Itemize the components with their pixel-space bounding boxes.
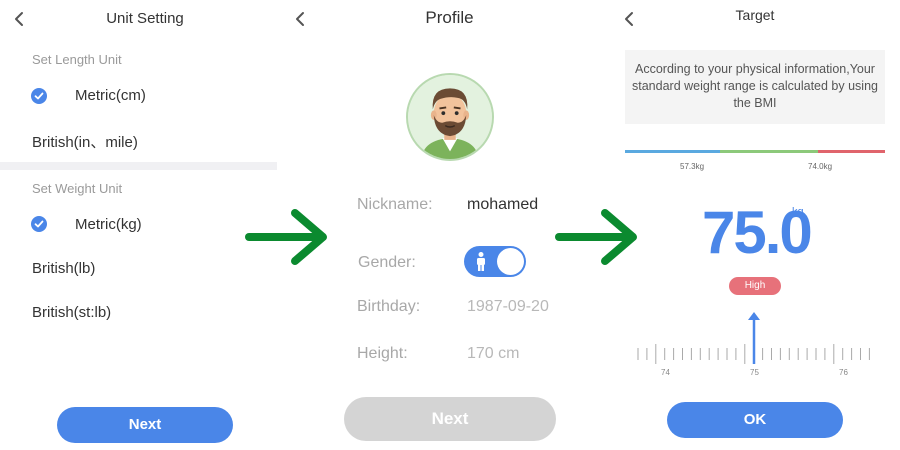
bearded-man-icon xyxy=(408,75,492,159)
range-bar-low xyxy=(625,150,720,153)
check-icon xyxy=(31,88,47,104)
section-divider xyxy=(0,162,277,170)
range-bar-normal xyxy=(720,150,818,153)
toggle-knob xyxy=(497,248,524,275)
height-field[interactable]: 170 cm xyxy=(467,345,519,363)
status-badge: High xyxy=(729,277,781,295)
up-arrow-icon xyxy=(748,312,760,320)
height-label: Height: xyxy=(357,345,408,362)
range-low-label: 57.3kg xyxy=(680,162,705,171)
birthday-label: Birthday: xyxy=(357,298,421,315)
unit-setting-screen: Unit Setting Set Length Unit Metric(cm) … xyxy=(0,0,277,450)
ruler-label: 74 xyxy=(661,368,670,377)
weight-ruler[interactable] xyxy=(636,308,876,368)
nickname-label: Nickname: xyxy=(357,196,433,213)
page-title: Unit Setting xyxy=(106,10,184,27)
length-option-metric[interactable]: Metric(cm) xyxy=(75,87,146,104)
avatar[interactable] xyxy=(406,73,494,161)
weight-option-british-lb[interactable]: British(lb) xyxy=(32,260,95,277)
next-button[interactable]: Next xyxy=(57,407,233,443)
right-arrow-icon xyxy=(245,209,327,265)
weight-option-british-stlb[interactable]: British(st:lb) xyxy=(32,304,111,321)
male-person-icon xyxy=(477,252,485,271)
weight-option-metric[interactable]: Metric(kg) xyxy=(75,216,142,233)
check-icon xyxy=(31,216,47,232)
range-bar-high xyxy=(818,150,885,153)
page-title: Profile xyxy=(425,8,474,27)
nickname-field[interactable]: mohamed xyxy=(467,196,538,214)
length-section-label: Set Length Unit xyxy=(32,52,122,67)
gender-label: Gender: xyxy=(358,254,416,271)
bmi-info-box: According to your physical information,Y… xyxy=(625,50,885,124)
right-arrow-icon xyxy=(555,209,637,265)
length-option-british[interactable]: British(in、mile) xyxy=(32,131,138,152)
ok-button[interactable]: OK xyxy=(667,402,843,438)
weight-section-label: Set Weight Unit xyxy=(32,181,123,196)
page-title: Target xyxy=(735,7,775,23)
range-high-label: 74.0kg xyxy=(808,162,833,171)
gender-toggle[interactable] xyxy=(464,246,526,277)
birthday-field[interactable]: 1987-09-20 xyxy=(467,298,549,316)
ruler-label: 76 xyxy=(839,368,848,377)
ruler-label: 75 xyxy=(750,368,759,377)
next-button[interactable]: Next xyxy=(344,397,556,441)
target-screen: Target According to your physical inform… xyxy=(610,0,900,450)
weight-unit: kg xyxy=(792,206,804,218)
